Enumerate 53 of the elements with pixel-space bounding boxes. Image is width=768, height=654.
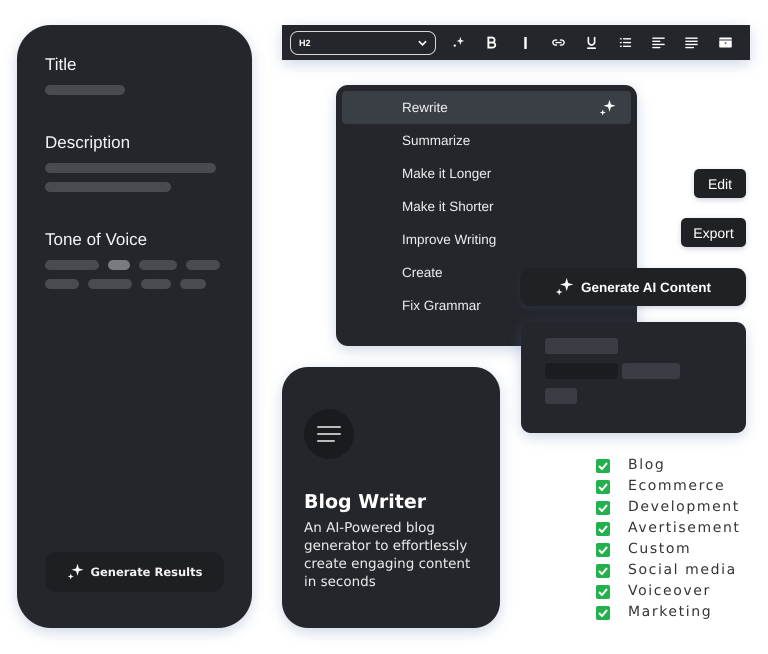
checkbox[interactable] — [596, 542, 610, 557]
menu-item[interactable]: Rewrite — [342, 91, 631, 124]
align-left-icon — [651, 35, 666, 50]
tone-chip[interactable] — [186, 260, 220, 270]
align-justify-icon — [684, 35, 700, 50]
checklist-label: Development — [628, 499, 740, 516]
tone-chip[interactable] — [45, 260, 99, 270]
field-label: Description — [45, 133, 132, 153]
menu-item[interactable]: Fix Grammar — [342, 289, 495, 322]
tone-chip[interactable] — [88, 279, 132, 289]
checklist-label: Social media — [628, 562, 737, 580]
menu-item[interactable]: Summarize — [342, 124, 484, 157]
sparkle-icon — [66, 563, 85, 581]
italic-icon — [524, 36, 527, 48]
checkbox[interactable] — [596, 522, 610, 536]
heading-select[interactable]: H2 — [290, 30, 436, 54]
list-icon — [618, 35, 633, 50]
text-placeholder — [622, 363, 680, 379]
dropdown-box-icon — [718, 35, 733, 50]
checkbox[interactable] — [596, 584, 610, 599]
tone-chip[interactable] — [141, 279, 171, 289]
edit-button[interactable]: Edit — [694, 169, 746, 198]
menu-item[interactable]: Make it Longer — [342, 157, 506, 190]
export-button[interactable]: Export — [681, 218, 746, 247]
menu-item[interactable]: Improve Writing — [342, 223, 510, 256]
field-label: Title — [45, 55, 78, 75]
card-description: An AI-Powered blog generator to effortlessly create engaging content in seconds — [304, 519, 472, 591]
tone-chip[interactable] — [108, 260, 130, 270]
checklist-label: Custom — [628, 541, 692, 558]
chevron-down-icon — [418, 40, 427, 46]
tone-chip[interactable] — [139, 260, 177, 270]
generate-results-button[interactable]: Generate Results — [45, 552, 224, 592]
generate-ai-content-button[interactable]: Generate AI Content — [520, 268, 746, 306]
menu-item[interactable]: Make it Shorter — [342, 190, 508, 223]
card-title: Blog Writer — [304, 491, 428, 513]
sparkle-icon — [599, 98, 617, 116]
checklist-label: Ecommerce — [628, 478, 726, 496]
checklist-label: Voiceover — [628, 583, 711, 600]
tone-chip[interactable] — [180, 279, 206, 289]
field-label: Tone of Voice — [45, 230, 148, 250]
menu-item[interactable]: Create — [342, 256, 457, 289]
checklist-label: Avertisement — [628, 520, 741, 538]
menu-icon — [304, 409, 354, 459]
tone-chip[interactable] — [45, 279, 79, 289]
text-placeholder — [545, 388, 577, 404]
checkbox[interactable] — [596, 458, 610, 473]
checklist-label: Blog — [628, 457, 666, 474]
checklist-label: Marketing — [628, 604, 712, 622]
checkbox[interactable] — [596, 564, 610, 578]
checkbox[interactable] — [596, 500, 610, 515]
checkbox[interactable] — [596, 606, 610, 620]
checkbox[interactable] — [596, 480, 610, 494]
sparkle-icon — [554, 277, 575, 297]
